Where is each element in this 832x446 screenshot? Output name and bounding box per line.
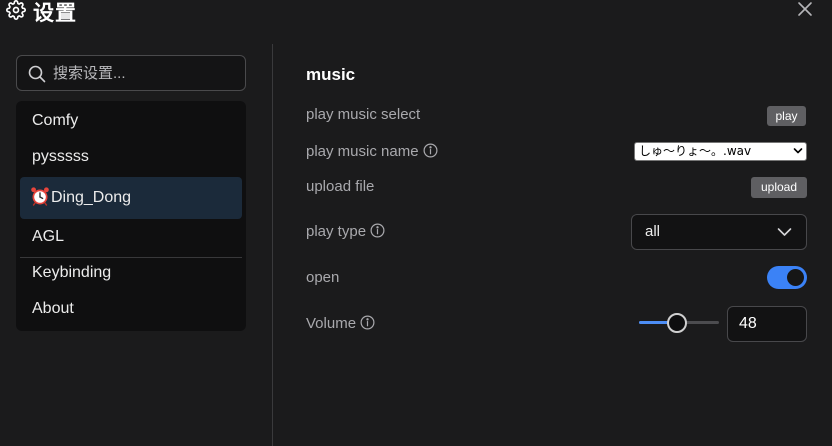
sidebar-item-label: About xyxy=(32,300,74,317)
setting-label-play-music-select: play music select xyxy=(306,106,420,123)
sidebar-item-ding-dong[interactable]: Ding_Dong xyxy=(20,177,242,219)
setting-label-play-music-name: play music name xyxy=(306,143,438,160)
setting-label-upload-file: upload file xyxy=(306,178,374,195)
sidebar-item-label: AGL xyxy=(32,228,65,245)
setting-label-open: open xyxy=(306,269,339,286)
play-type-dropdown[interactable]: all xyxy=(631,214,807,250)
sidebar-item-pysssss[interactable]: pysssss xyxy=(20,139,242,175)
setting-label-text: play music name xyxy=(306,143,419,160)
sidebar-item-agl[interactable]: AGL xyxy=(20,219,242,255)
sidebar-item-label: pysssss xyxy=(32,148,89,165)
info-icon[interactable] xyxy=(360,315,375,330)
sidebar-item-about[interactable]: About xyxy=(20,291,242,327)
setting-label-text: upload file xyxy=(306,178,375,195)
volume-slider-thumb[interactable] xyxy=(667,313,688,333)
sidebar-item-label: Ding_Dong xyxy=(51,189,132,206)
music-name-select-value: しゅ〜りょ〜。.wav xyxy=(639,144,752,158)
chevron-down-icon xyxy=(777,228,792,236)
info-icon[interactable] xyxy=(423,143,438,158)
upload-button[interactable]: upload xyxy=(751,177,807,198)
alarm-clock-icon xyxy=(31,187,49,206)
close-icon[interactable] xyxy=(796,0,814,18)
setting-label-text: play type xyxy=(306,223,367,240)
open-toggle[interactable] xyxy=(767,266,807,289)
play-button[interactable]: play xyxy=(767,106,806,126)
gear-icon xyxy=(6,0,26,20)
settings-category-list: Comfy pysssss Ding_Dong AGL Keybinding A… xyxy=(16,101,246,331)
toggle-knob xyxy=(787,269,804,286)
dialog-title: 设置 xyxy=(33,2,77,25)
sidebar-item-comfy[interactable]: Comfy xyxy=(20,103,242,139)
search-input[interactable] xyxy=(53,56,241,90)
setting-label-text: Volume xyxy=(306,315,357,332)
panel-divider xyxy=(272,44,273,446)
section-title: music xyxy=(306,65,356,84)
play-type-value: all xyxy=(645,223,661,240)
volume-input[interactable] xyxy=(727,306,807,342)
setting-label-text: play music select xyxy=(306,106,421,123)
search-box[interactable] xyxy=(16,55,246,91)
music-name-select[interactable]: しゅ〜りょ〜。.wav xyxy=(634,142,807,161)
chevron-down-icon xyxy=(793,148,803,154)
sidebar-item-label: Comfy xyxy=(32,112,79,129)
sidebar-item-label: Keybinding xyxy=(32,264,112,281)
info-icon[interactable] xyxy=(370,223,385,238)
search-icon xyxy=(28,65,46,83)
setting-label-play-type: play type xyxy=(306,223,385,240)
dialog-header: 设置 xyxy=(0,0,832,26)
sidebar-item-keybinding[interactable]: Keybinding xyxy=(20,255,242,291)
setting-label-text: open xyxy=(306,269,340,286)
setting-label-volume: Volume xyxy=(306,315,375,332)
